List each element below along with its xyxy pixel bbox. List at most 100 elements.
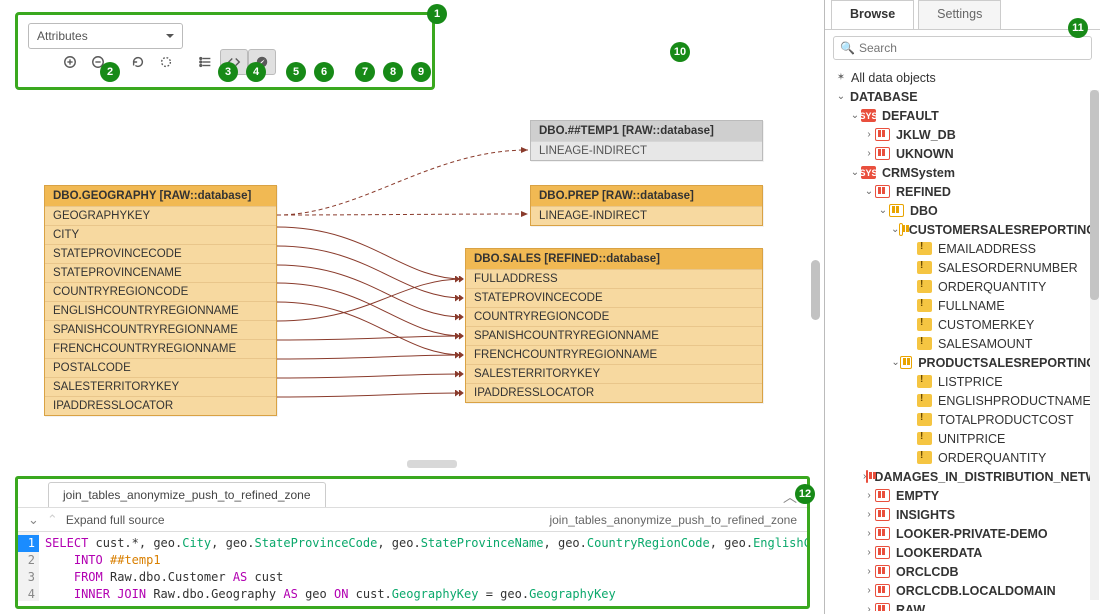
tab-browse[interactable]: Browse [831,0,914,29]
column[interactable]: CITY [45,225,276,244]
tree-item-label: REFINED [896,185,951,199]
table-icon [899,223,902,236]
chevron-down-icon[interactable]: ⌄ [28,512,39,528]
column[interactable]: SALESTERRITORYKEY [466,364,762,383]
tree-item[interactable]: FULLNAME [831,296,1096,315]
callout-6: 6 [314,62,334,82]
tree-item[interactable]: ›INSIGHTS [831,505,1096,524]
column-icon [917,432,932,445]
code-body[interactable]: SELECT cust.*, geo.City, geo.StateProvin… [39,532,807,601]
database-icon [875,147,890,160]
twisty-icon[interactable]: › [863,604,875,611]
tree-item[interactable]: ›DAMAGES_IN_DISTRIBUTION_NETW [831,467,1096,486]
node-geography[interactable]: DBO.GEOGRAPHY [RAW::database] GEOGRAPHYK… [44,185,277,416]
tree-item[interactable]: ⌄PRODUCTSALESREPORTING [831,353,1096,372]
column[interactable]: STATEPROVINCECODE [466,288,762,307]
column-icon [917,299,932,312]
column[interactable]: FULLADDRESS [466,269,762,288]
tree-item[interactable]: EMAILADDRESS [831,239,1096,258]
tree-item-label: LOOKER-PRIVATE-DEMO [896,527,1048,541]
tree-item[interactable]: TOTALPRODUCTCOST [831,410,1096,429]
object-tree[interactable]: ✶ All data objects ⌄DATABASE⌄SYSDEFAULT›… [825,66,1100,611]
twisty-icon[interactable]: › [863,547,875,558]
column[interactable]: IPADDRESSLOCATOR [466,383,762,402]
twisty-icon[interactable]: › [863,148,875,159]
column[interactable]: SPANISHCOUNTRYREGIONNAME [45,320,276,339]
tree-item[interactable]: ⌄DATABASE [831,87,1096,106]
tree-item[interactable]: CUSTOMERKEY [831,315,1096,334]
column[interactable]: ENGLISHCOUNTRYREGIONNAME [45,301,276,320]
column[interactable]: GEOGRAPHYKEY [45,206,276,225]
twisty-icon[interactable]: ⌄ [877,205,889,216]
twisty-icon[interactable]: › [863,566,875,577]
node-temp1-title: DBO.##TEMP1 [RAW::database] [531,121,762,141]
tree-item[interactable]: LISTPRICE [831,372,1096,391]
column[interactable]: FRENCHCOUNTRYREGIONNAME [466,345,762,364]
tree-item-label: TOTALPRODUCTCOST [938,413,1074,427]
tree-item[interactable]: SALESAMOUNT [831,334,1096,353]
column[interactable]: LINEAGE-INDIRECT [531,141,762,160]
source-tab-label: join_tables_anonymize_push_to_refined_zo… [63,488,311,502]
twisty-icon[interactable]: › [863,509,875,520]
panel-resize-handle[interactable] [407,460,457,468]
database-icon [875,584,890,597]
tree-item[interactable]: ›ORCLCDB.LOCALDOMAIN [831,581,1096,600]
tree-item[interactable]: ORDERQUANTITY [831,277,1096,296]
column[interactable]: SPANISHCOUNTRYREGIONNAME [466,326,762,345]
source-tab[interactable]: join_tables_anonymize_push_to_refined_zo… [48,482,326,507]
column[interactable]: LINEAGE-INDIRECT [531,206,762,225]
tree-item-label: ORDERQUANTITY [938,280,1046,294]
tree-item[interactable]: ⌄DBO [831,201,1096,220]
twisty-icon[interactable]: ⌄ [835,91,847,102]
column[interactable]: COUNTRYREGIONCODE [45,282,276,301]
column[interactable]: FRENCHCOUNTRYREGIONNAME [45,339,276,358]
tree-item[interactable]: ORDERQUANTITY [831,448,1096,467]
column[interactable]: COUNTRYREGIONCODE [466,307,762,326]
expand-source-link[interactable]: Expand full source [66,513,165,527]
twisty-icon[interactable]: › [863,490,875,501]
tree-item[interactable]: UNITPRICE [831,429,1096,448]
tree-item[interactable]: ›UKNOWN [831,144,1096,163]
twisty-icon[interactable]: ⌄ [891,357,900,368]
twisty-icon[interactable]: ⌄ [891,224,899,235]
tree-item-label: CUSTOMERKEY [938,318,1034,332]
all-data-objects[interactable]: ✶ All data objects [831,68,1096,87]
twisty-icon[interactable]: › [863,528,875,539]
column-icon [917,318,932,331]
tree-item[interactable]: ⌄SYSDEFAULT [831,106,1096,125]
column[interactable]: STATEPROVINCECODE [45,244,276,263]
column[interactable]: IPADDRESSLOCATOR [45,396,276,415]
tab-settings[interactable]: Settings [918,0,1001,29]
node-sales[interactable]: DBO.SALES [REFINED::database] FULLADDRES… [465,248,763,403]
twisty-icon[interactable]: › [863,129,875,140]
tree-item[interactable]: ENGLISHPRODUCTNAME [831,391,1096,410]
node-temp1[interactable]: DBO.##TEMP1 [RAW::database] LINEAGE-INDI… [530,120,763,161]
search-input[interactable] [859,41,1085,55]
twisty-icon[interactable]: › [863,585,875,596]
tree-item[interactable]: SALESORDERNUMBER [831,258,1096,277]
callout-4: 4 [246,62,266,82]
column[interactable]: POSTALCODE [45,358,276,377]
column[interactable]: STATEPROVINCENAME [45,263,276,282]
column[interactable]: SALESTERRITORYKEY [45,377,276,396]
tree-item[interactable]: ›LOOKERDATA [831,543,1096,562]
tree-item[interactable]: ⌄ REFINED [831,182,1096,201]
tree-item[interactable]: › LOOKER-PRIVATE-DEMO [831,524,1096,543]
callout-2: 2 [100,62,120,82]
node-prep[interactable]: DBO.PREP [RAW::database] LINEAGE-INDIREC… [530,185,763,226]
tree-item[interactable]: ›EMPTY [831,486,1096,505]
tree-item-label: SALESORDERNUMBER [938,261,1078,275]
database-icon [875,185,890,198]
tree-item[interactable]: ⌄SYSCRMSystem [831,163,1096,182]
tree-item[interactable]: ›RAW [831,600,1096,611]
search-box[interactable]: 🔍 [833,36,1092,60]
canvas-scrollbar[interactable] [811,260,820,320]
tree-item[interactable]: ⌄CUSTOMERSALESREPORTING [831,220,1096,239]
tree-item[interactable]: ›JKLW_DB [831,125,1096,144]
tree-scrollbar-thumb[interactable] [1090,90,1099,300]
node-geography-title: DBO.GEOGRAPHY [RAW::database] [45,186,276,206]
column-icon [917,413,932,426]
database-icon [875,128,890,141]
twisty-icon[interactable]: ⌄ [863,186,875,197]
tree-item[interactable]: ›ORCLCDB [831,562,1096,581]
